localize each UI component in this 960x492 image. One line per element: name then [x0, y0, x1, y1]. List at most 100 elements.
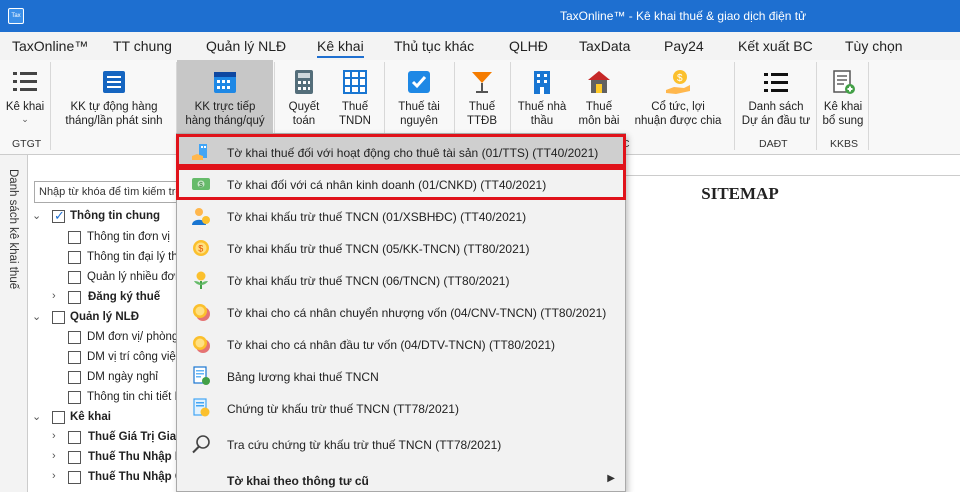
- tree-checkbox[interactable]: [68, 291, 81, 304]
- menu-item-04-cnv-tncn[interactable]: Tờ khai cho cá nhân chuyển nhượng vốn (0…: [177, 296, 625, 328]
- tree-label: Thuế Thu Nhập D: [88, 451, 180, 463]
- menu-item-label: Tờ khai cho cá nhân chuyển nhượng vốn (0…: [227, 306, 607, 320]
- tree-checkbox[interactable]: [68, 451, 81, 464]
- tree-label: DM vị trí công việc: [87, 351, 180, 363]
- chevron-right-icon[interactable]: ›: [52, 450, 64, 462]
- highlight-box-01-tts: [176, 134, 626, 167]
- tree-label: Thuế Giá Trị Gia: [88, 431, 177, 443]
- svg-text:$: $: [677, 73, 683, 84]
- ribbon-label: Quyết: [288, 101, 320, 113]
- menu-taxdata[interactable]: TaxData: [579, 38, 630, 54]
- tree-checkbox[interactable]: [68, 471, 81, 484]
- menu-item-chung-tu-tncn[interactable]: Chứng từ khấu trừ thuế TNCN (TT78/2021): [177, 392, 625, 424]
- ribbon-group-gtgt: GTGT: [12, 138, 42, 150]
- svg-text:$: $: [198, 244, 203, 254]
- ribbon-thue-tndn-button[interactable]: Thuế TNDN: [330, 60, 380, 135]
- menu-item-label: Tờ khai khấu trừ thuế TNCN (06/TNCN) (TT…: [227, 274, 510, 288]
- menu-item-label: Bảng lương khai thuế TNCN: [227, 370, 379, 384]
- menu-qlhd[interactable]: QLHĐ: [509, 38, 548, 54]
- tree-label: Quản lý nhiều đơn: [87, 271, 180, 283]
- tree-checkbox[interactable]: [68, 331, 81, 344]
- office-building-icon: [534, 71, 550, 94]
- tree-checkbox[interactable]: [68, 271, 81, 284]
- numbered-list-icon: [13, 72, 37, 91]
- tree-label: DM đơn vị/ phòng b: [87, 331, 180, 343]
- tree-checkbox[interactable]: [52, 208, 65, 224]
- document-add-icon: [833, 70, 855, 94]
- menu-item-tra-cuu-chung-tu[interactable]: Tra cứu chứng từ khấu trừ thuế TNCN (TT7…: [177, 428, 625, 460]
- ribbon-co-tuc-button[interactable]: $ Cổ tức, lợi nhuận được chia: [628, 60, 728, 135]
- tree-label: Thông tin chung: [70, 210, 161, 222]
- tree-checkbox[interactable]: [52, 411, 65, 424]
- menu-tt-chung[interactable]: TT chung: [113, 38, 172, 54]
- menu-item-label: Chứng từ khấu trừ thuế TNCN (TT78/2021): [227, 402, 459, 416]
- calculator-icon: [295, 70, 313, 94]
- tree-checkbox[interactable]: [68, 231, 81, 244]
- left-side-tab[interactable]: Danh sách kê khai thuế: [0, 155, 28, 492]
- ribbon-kk-truc-tiep-button[interactable]: KK trực tiếp hàng tháng/quý: [177, 60, 273, 135]
- ribbon-danh-sach-du-an-button[interactable]: Danh sách Dự án đầu tư: [738, 60, 814, 135]
- coins-stack-icon: [193, 304, 210, 321]
- chevron-right-icon[interactable]: ›: [52, 430, 64, 442]
- chevron-down-icon[interactable]: ⌄: [32, 310, 44, 323]
- ribbon-thue-tai-nguyen-button[interactable]: Thuế tài nguyên: [388, 60, 450, 135]
- coins-stack-icon: [193, 336, 210, 353]
- document-coin-icon: [193, 398, 210, 417]
- ribbon-kk-tu-dong-button[interactable]: KK tự động hàng tháng/lần phát sinh: [54, 60, 174, 135]
- chevron-right-icon[interactable]: ›: [52, 470, 64, 482]
- menu-item-thong-tu-cu[interactable]: Tờ khai theo thông tư cũ ▶: [177, 464, 625, 492]
- tree-checkbox[interactable]: [68, 371, 81, 384]
- menu-item-label: Tờ khai khấu trừ thuế TNCN (05/KK-TNCN) …: [227, 242, 530, 256]
- ribbon-ke-khai-bo-sung-button[interactable]: Kê khai bổ sung: [820, 60, 866, 135]
- menu-pay24[interactable]: Pay24: [664, 38, 704, 54]
- menu-item-label: Tờ khai khấu trừ thuế TNCN (01/XSBHĐC) (…: [227, 210, 527, 224]
- menu-item-05-kk-tncn[interactable]: $ Tờ khai khấu trừ thuế TNCN (05/KK-TNCN…: [177, 232, 625, 264]
- bullet-list-icon: [764, 73, 788, 92]
- menu-item-04-dtv-tncn[interactable]: Tờ khai cho cá nhân đầu tư vốn (04/DTV-T…: [177, 328, 625, 360]
- ribbon-separator: [50, 62, 51, 150]
- checkbox-icon: [408, 71, 430, 93]
- tree-label: Thông tin chi tiết N: [87, 391, 180, 403]
- payroll-icon: [193, 366, 210, 385]
- tree-checkbox[interactable]: [68, 251, 81, 264]
- tree-label: Thông tin đại lý thu: [87, 251, 180, 263]
- tree-checkbox[interactable]: [68, 431, 81, 444]
- hand-coin-icon: $: [666, 70, 690, 94]
- ribbon-label: hàng tháng/quý: [185, 115, 265, 127]
- grid-table-icon: [343, 70, 367, 94]
- menu-item-06-tncn[interactable]: Tờ khai khấu trừ thuế TNCN (06/TNCN) (TT…: [177, 264, 625, 296]
- ribbon-label: Kê khai: [5, 101, 45, 113]
- tree-checkbox[interactable]: [52, 311, 65, 324]
- ribbon-label: nhuận được chia: [634, 115, 722, 127]
- tree-checkbox[interactable]: [68, 391, 81, 404]
- ribbon-label: tháng/lần phát sinh: [65, 115, 163, 127]
- ribbon-label: KK trực tiếp: [194, 101, 256, 113]
- menu-ket-xuat-bc[interactable]: Kết xuất BC: [738, 38, 813, 54]
- menu-ke-khai[interactable]: Kê khai: [317, 38, 364, 58]
- ribbon-label: Thuế: [341, 101, 369, 113]
- chevron-right-icon[interactable]: ›: [52, 290, 64, 302]
- menu-item-bang-luong[interactable]: Bảng lương khai thuế TNCN: [177, 360, 625, 392]
- sitemap-heading: SITEMAP: [701, 184, 779, 203]
- ribbon-thue-ttdb-button[interactable]: Thuế TTĐB: [458, 60, 506, 135]
- chevron-down-icon[interactable]: ⌄: [32, 209, 44, 222]
- menu-quan-ly-nld[interactable]: Quản lý NLĐ: [206, 38, 286, 54]
- ribbon-thue-nha-thau-button[interactable]: Thuế nhà thầu: [514, 60, 570, 135]
- menu-item-01-xsbhdc[interactable]: Tờ khai khấu trừ thuế TNCN (01/XSBHĐC) (…: [177, 200, 625, 232]
- chevron-down-icon[interactable]: ⌄: [32, 410, 44, 423]
- ribbon-group-kkbs: KKBS: [830, 138, 859, 150]
- ribbon-label: Cổ tức, lợi: [651, 101, 705, 113]
- menu-thu-tuc-khac[interactable]: Thủ tục khác: [394, 38, 474, 54]
- ribbon-label: môn bài: [578, 115, 620, 127]
- search-input[interactable]: Nhập từ khóa để tìm kiếm trê: [34, 181, 179, 203]
- menu-tuy-chon[interactable]: Tùy chọn: [845, 38, 903, 54]
- ribbon-label: Kê khai: [823, 101, 863, 113]
- ribbon-quyet-toan-button[interactable]: Quyết toán: [280, 60, 328, 135]
- menu-taxonline[interactable]: TaxOnline™: [12, 38, 88, 54]
- ribbon-thue-mon-bai-button[interactable]: Thuế môn bài: [574, 60, 624, 135]
- ribbon-ke-khai-button[interactable]: Kê khai ⌄: [0, 60, 50, 135]
- tree-checkbox[interactable]: [68, 351, 81, 364]
- ribbon-label: Danh sách: [748, 101, 804, 113]
- menu-bar: TaxOnline™ TT chung Quản lý NLĐ Kê khai …: [0, 32, 960, 60]
- menu-item-label: Tờ khai theo thông tư cũ: [227, 474, 369, 488]
